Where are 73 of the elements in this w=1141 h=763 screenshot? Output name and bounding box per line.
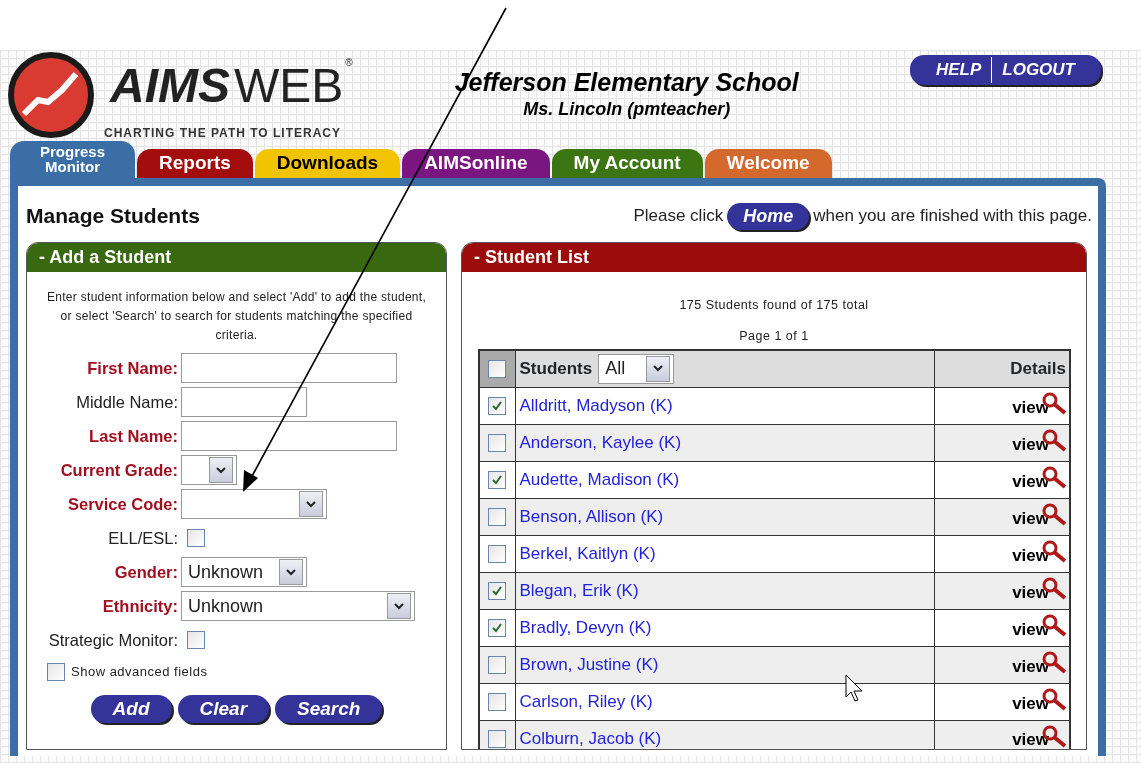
form-button[interactable]: Add [90, 695, 172, 723]
student-link[interactable]: Blegan, Erik (K) [519, 581, 639, 601]
check-mark-icon [491, 474, 504, 486]
student-link[interactable]: Brown, Justine (K) [519, 655, 659, 675]
form-button[interactable]: Search [275, 695, 383, 723]
input-field[interactable] [181, 421, 397, 451]
panel-header: - Add a Student [27, 243, 446, 272]
mouse-cursor-icon [845, 674, 863, 702]
row-checkbox[interactable] [488, 434, 507, 452]
nav-tab[interactable]: Welcome [704, 149, 832, 178]
student-link[interactable]: Benson, Allison (K) [519, 507, 664, 527]
select-field[interactable] [181, 455, 237, 485]
field-label: ELL/ESL: [107, 527, 179, 549]
caret-icon [286, 568, 296, 576]
row-checkbox[interactable] [488, 619, 507, 637]
form-button[interactable]: Clear [177, 695, 270, 723]
caret-icon [394, 602, 404, 610]
row-checkbox[interactable] [488, 729, 507, 748]
nav-tab[interactable]: Reports [137, 149, 253, 178]
nav-tab[interactable]: AIMSonline [402, 149, 550, 178]
student-link[interactable]: Bradly, Devyn (K) [519, 618, 652, 638]
select-field[interactable]: Unknown [181, 591, 415, 621]
logo-wordmark: AIMSWEB® [108, 56, 354, 114]
field-label: Service Code: [66, 493, 179, 515]
nav-tab[interactable]: My Account [551, 149, 703, 178]
row-checkbox[interactable] [488, 693, 507, 711]
notice-text: when you are finished with this page. [813, 205, 1092, 228]
caret-icon [216, 466, 226, 474]
nav-tab[interactable]: Downloads [254, 149, 401, 178]
caret-icon [306, 500, 316, 508]
field-label: First Name: [86, 357, 179, 379]
column-header: Students [519, 358, 593, 380]
check-mark-icon [491, 585, 504, 597]
field-label: Middle Name: [75, 391, 179, 413]
row-checkbox[interactable] [488, 471, 507, 489]
home-button[interactable]: Home [727, 202, 810, 230]
field-label: Gender: [113, 561, 179, 583]
page-title: Manage Students [26, 203, 200, 230]
checkbox[interactable] [187, 529, 205, 547]
header-link[interactable]: HELP [935, 57, 982, 83]
nav-tab[interactable]: Progress Monitor [10, 141, 135, 178]
column-header: Details [1010, 359, 1067, 378]
row-checkbox[interactable] [488, 582, 507, 600]
input-field[interactable] [181, 353, 397, 383]
select-all-checkbox[interactable] [488, 359, 507, 378]
student-link[interactable]: Alldritt, Madyson (K) [519, 396, 673, 416]
field-label: Last Name: [88, 425, 179, 447]
row-checkbox[interactable] [488, 508, 507, 526]
check-mark-icon [491, 400, 504, 412]
page-indicator: Page 1 of 1 [738, 327, 810, 345]
row-checkbox[interactable] [488, 656, 507, 674]
field-label: Strategic Monitor: [47, 629, 179, 651]
field-label: Current Grade: [59, 459, 179, 481]
checkbox-label: Show advanced fields [71, 663, 208, 682]
row-checkbox[interactable] [488, 397, 507, 415]
select-field[interactable] [181, 489, 327, 519]
check-mark-icon [491, 622, 504, 634]
select-field[interactable]: Unknown [181, 557, 307, 587]
result-count: 175 Students found of 175 total [678, 297, 870, 314]
teacher-name: Ms. Lincoln (pmteacher) [522, 98, 732, 121]
checkbox[interactable] [47, 663, 65, 681]
tagline: CHARTING THE PATH TO LITERACY [104, 125, 342, 142]
input-field[interactable] [181, 387, 307, 417]
student-link[interactable]: Berkel, Kaitlyn (K) [519, 544, 656, 564]
caret-icon [653, 365, 664, 373]
row-checkbox[interactable] [488, 545, 507, 563]
header-link[interactable]: LOGOUT [1002, 57, 1075, 83]
notice-text: Please click [633, 205, 724, 228]
field-label: Ethnicity: [101, 595, 179, 617]
checkbox[interactable] [187, 631, 205, 649]
student-link[interactable]: Carlson, Riley (K) [519, 692, 653, 712]
filter-select[interactable]: All [598, 353, 675, 384]
panel-header: - Student List [462, 243, 1086, 272]
